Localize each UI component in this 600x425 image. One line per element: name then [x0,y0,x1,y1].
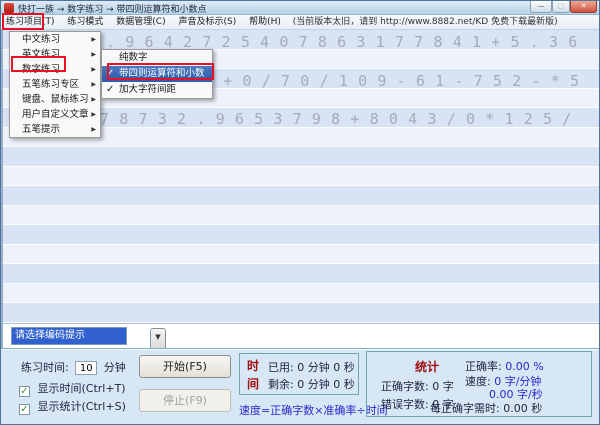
wrong-count-label: 错误字数: [381,398,429,411]
title-bar: 快打一族 → 数字练习 → 带四则运算符和小数点 — ▢ ✕ [1,1,600,15]
statistics-title: 统计 [415,358,439,375]
show-stats-label: 显示统计(Ctrl+S) [38,400,126,413]
per-char-time-value: 0.00 秒 [503,402,542,415]
time-char-1: 时 [247,357,260,375]
correct-count-label: 正确字数: [381,380,429,393]
time-char-2: 间 [247,375,260,393]
submenu-arrow-icon: ▶ [91,47,96,62]
app-icon [4,3,14,13]
accuracy-row: 正确率: 0.00 % [465,358,544,374]
menu-item-label: 五笔提示 [22,124,60,135]
show-time-checkbox[interactable]: ✓ [19,386,30,397]
submenu-arrow-icon: ▶ [91,77,96,92]
submenu-arrow-icon: ▶ [91,32,96,47]
close-button[interactable]: ✕ [570,1,597,13]
menu-item-label: 用户自定义文章 [22,109,89,120]
annotation-box-number-practice [11,56,66,72]
time-remaining-label: 剩余: [268,378,294,391]
time-used-value: 0 分钟 0 秒 [297,361,355,374]
checkmark-icon: ✓ [106,82,114,98]
time-remaining-row: 剩余: 0 分钟 0 秒 [268,376,355,392]
encoding-hint-strip: 请选择编码提示 ▼ [1,323,600,348]
statistics-box: 统计 正确字数: 0 字 错误字数: 0 字 正确率: 0.00 % 速度: 0… [366,351,592,417]
menu-practice-mode[interactable]: 练习模式 [62,15,108,30]
submenu-item-label: 加大字符间距 [119,84,176,95]
time-used-label: 已用: [268,361,294,374]
practice-time-label: 练习时间: [21,361,69,374]
show-time-row: ✓ 显示时间(Ctrl+T) [19,380,126,397]
bottom-panel: 练习时间: 分钟 ✓ 显示时间(Ctrl+T) ✓ 显示统计(Ctrl+S) 开… [1,348,600,425]
version-notice: (当前版本太旧，请到 http://www.8882.net/KD 免费下载最新… [289,15,558,30]
accuracy-label: 正确率: [465,360,502,373]
window-controls: — ▢ ✕ [530,1,597,13]
practice-text-line: 7 8 7 3 2 . 9 6 5 3 7 9 8 + 8 0 4 3 / 0 … [100,110,572,129]
menu-data-management[interactable]: 数据管理(C) [111,15,170,30]
menu-bar: 练习项目(T) 练习模式 数据管理(C) 声音及标示(S) 帮助(H) (当前版… [1,15,600,30]
menu-item-wubi-hint[interactable]: 五笔提示 ▶ [10,122,100,137]
correct-count-row: 正确字数: 0 字 [381,378,454,394]
submenu-arrow-icon: ▶ [91,62,96,77]
practice-text-line: . + 0 / 7 0 / 1 0 9 - 6 1 - 7 5 2 - * 5 [204,72,580,91]
stop-button[interactable]: 停止(F9) [139,389,231,412]
accuracy-value: 0.00 % [505,360,543,373]
correct-count-value: 0 字 [432,380,454,393]
submenu-arrow-icon: ▶ [91,107,96,122]
practice-time-row: 练习时间: 分钟 [21,359,126,375]
menu-item-wubi-zone[interactable]: 五笔练习专区 ▶ [10,77,100,92]
menu-item-label: 键盘、鼠标练习 [22,94,89,105]
submenu-item-label: 纯数字 [119,52,148,63]
show-stats-checkbox[interactable]: ✓ [19,404,30,415]
time-used-row: 已用: 0 分钟 0 秒 [268,359,355,375]
speed-label: 速度: [465,375,491,388]
window-title: 快打一族 → 数字练习 → 带四则运算符和小数点 [18,2,207,15]
encoding-hint-combobox[interactable]: 请选择编码提示 ▼ [11,327,127,345]
per-char-time-label: 每正确字需时: [430,402,500,415]
minutes-label: 分钟 [104,361,126,374]
show-time-label: 显示时间(Ctrl+T) [38,382,126,395]
maximize-button[interactable]: ▢ [552,1,570,13]
menu-item-keyboard-mouse[interactable]: 键盘、鼠标练习 ▶ [10,92,100,107]
show-stats-row: ✓ 显示统计(Ctrl+S) [19,398,126,415]
menu-item-label: 五笔练习专区 [22,79,79,90]
per-char-time-row: 每正确字需时: 0.00 秒 [430,400,542,416]
time-box: 时 间 已用: 0 分钟 0 秒 剩余: 0 分钟 0 秒 [239,353,359,395]
combobox-value: 请选择编码提示 [12,328,126,344]
app-window: 快打一族 → 数字练习 → 带四则运算符和小数点 — ▢ ✕ 练习项目(T) 练… [0,0,600,425]
time-remaining-value: 0 分钟 0 秒 [297,378,355,391]
submenu-arrow-icon: ▶ [91,92,96,107]
menu-sound-marking[interactable]: 声音及标示(S) [173,15,241,30]
annotation-box-operators-item [107,63,214,80]
menu-help[interactable]: 帮助(H) [244,15,286,30]
menu-item-custom-article[interactable]: 用户自定义文章 ▶ [10,107,100,122]
start-button[interactable]: 开始(F5) [139,355,231,378]
annotation-box-menu [2,13,44,30]
menu-item-label: 中文练习 [22,34,60,45]
menu-item-chinese[interactable]: 中文练习 ▶ [10,32,100,47]
time-box-title: 时 间 [247,357,260,393]
minimize-button[interactable]: — [530,1,552,13]
practice-time-input[interactable] [75,361,97,375]
submenu-item-wide-spacing[interactable]: ✓ 加大字符间距 [102,82,212,98]
submenu-arrow-icon: ▶ [91,122,96,137]
practice-items-menu: 中文练习 ▶ 英文练习 ▶ 数字练习 ▶ 五笔练习专区 ▶ 键盘、鼠标练习 ▶ … [9,31,101,138]
